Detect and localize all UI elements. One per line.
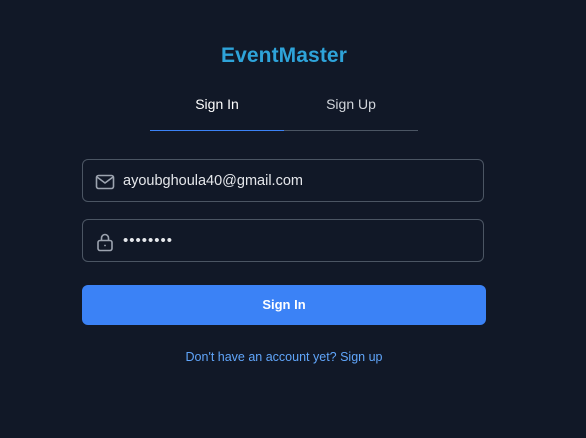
sign-up-link[interactable]: Don't have an account yet? Sign up (0, 350, 568, 364)
email-field[interactable]: ayoubghoula40@gmail.com (82, 159, 484, 202)
password-value: •••••••• (123, 232, 174, 249)
email-value: ayoubghoula40@gmail.com (123, 173, 303, 189)
app-title: EventMaster (221, 44, 347, 67)
tab-sign-up[interactable]: Sign Up (284, 88, 418, 129)
tab-sign-in[interactable]: Sign In (150, 88, 284, 129)
lock-icon (95, 232, 115, 252)
mail-icon (95, 172, 115, 192)
auth-tabs: Sign In Sign Up (150, 88, 418, 131)
password-field[interactable]: •••••••• (82, 219, 484, 262)
sign-in-button[interactable]: Sign In (82, 285, 486, 325)
active-tab-indicator (150, 130, 284, 131)
auth-page: EventMaster Sign In Sign Up ayoubghoula4… (0, 0, 586, 438)
